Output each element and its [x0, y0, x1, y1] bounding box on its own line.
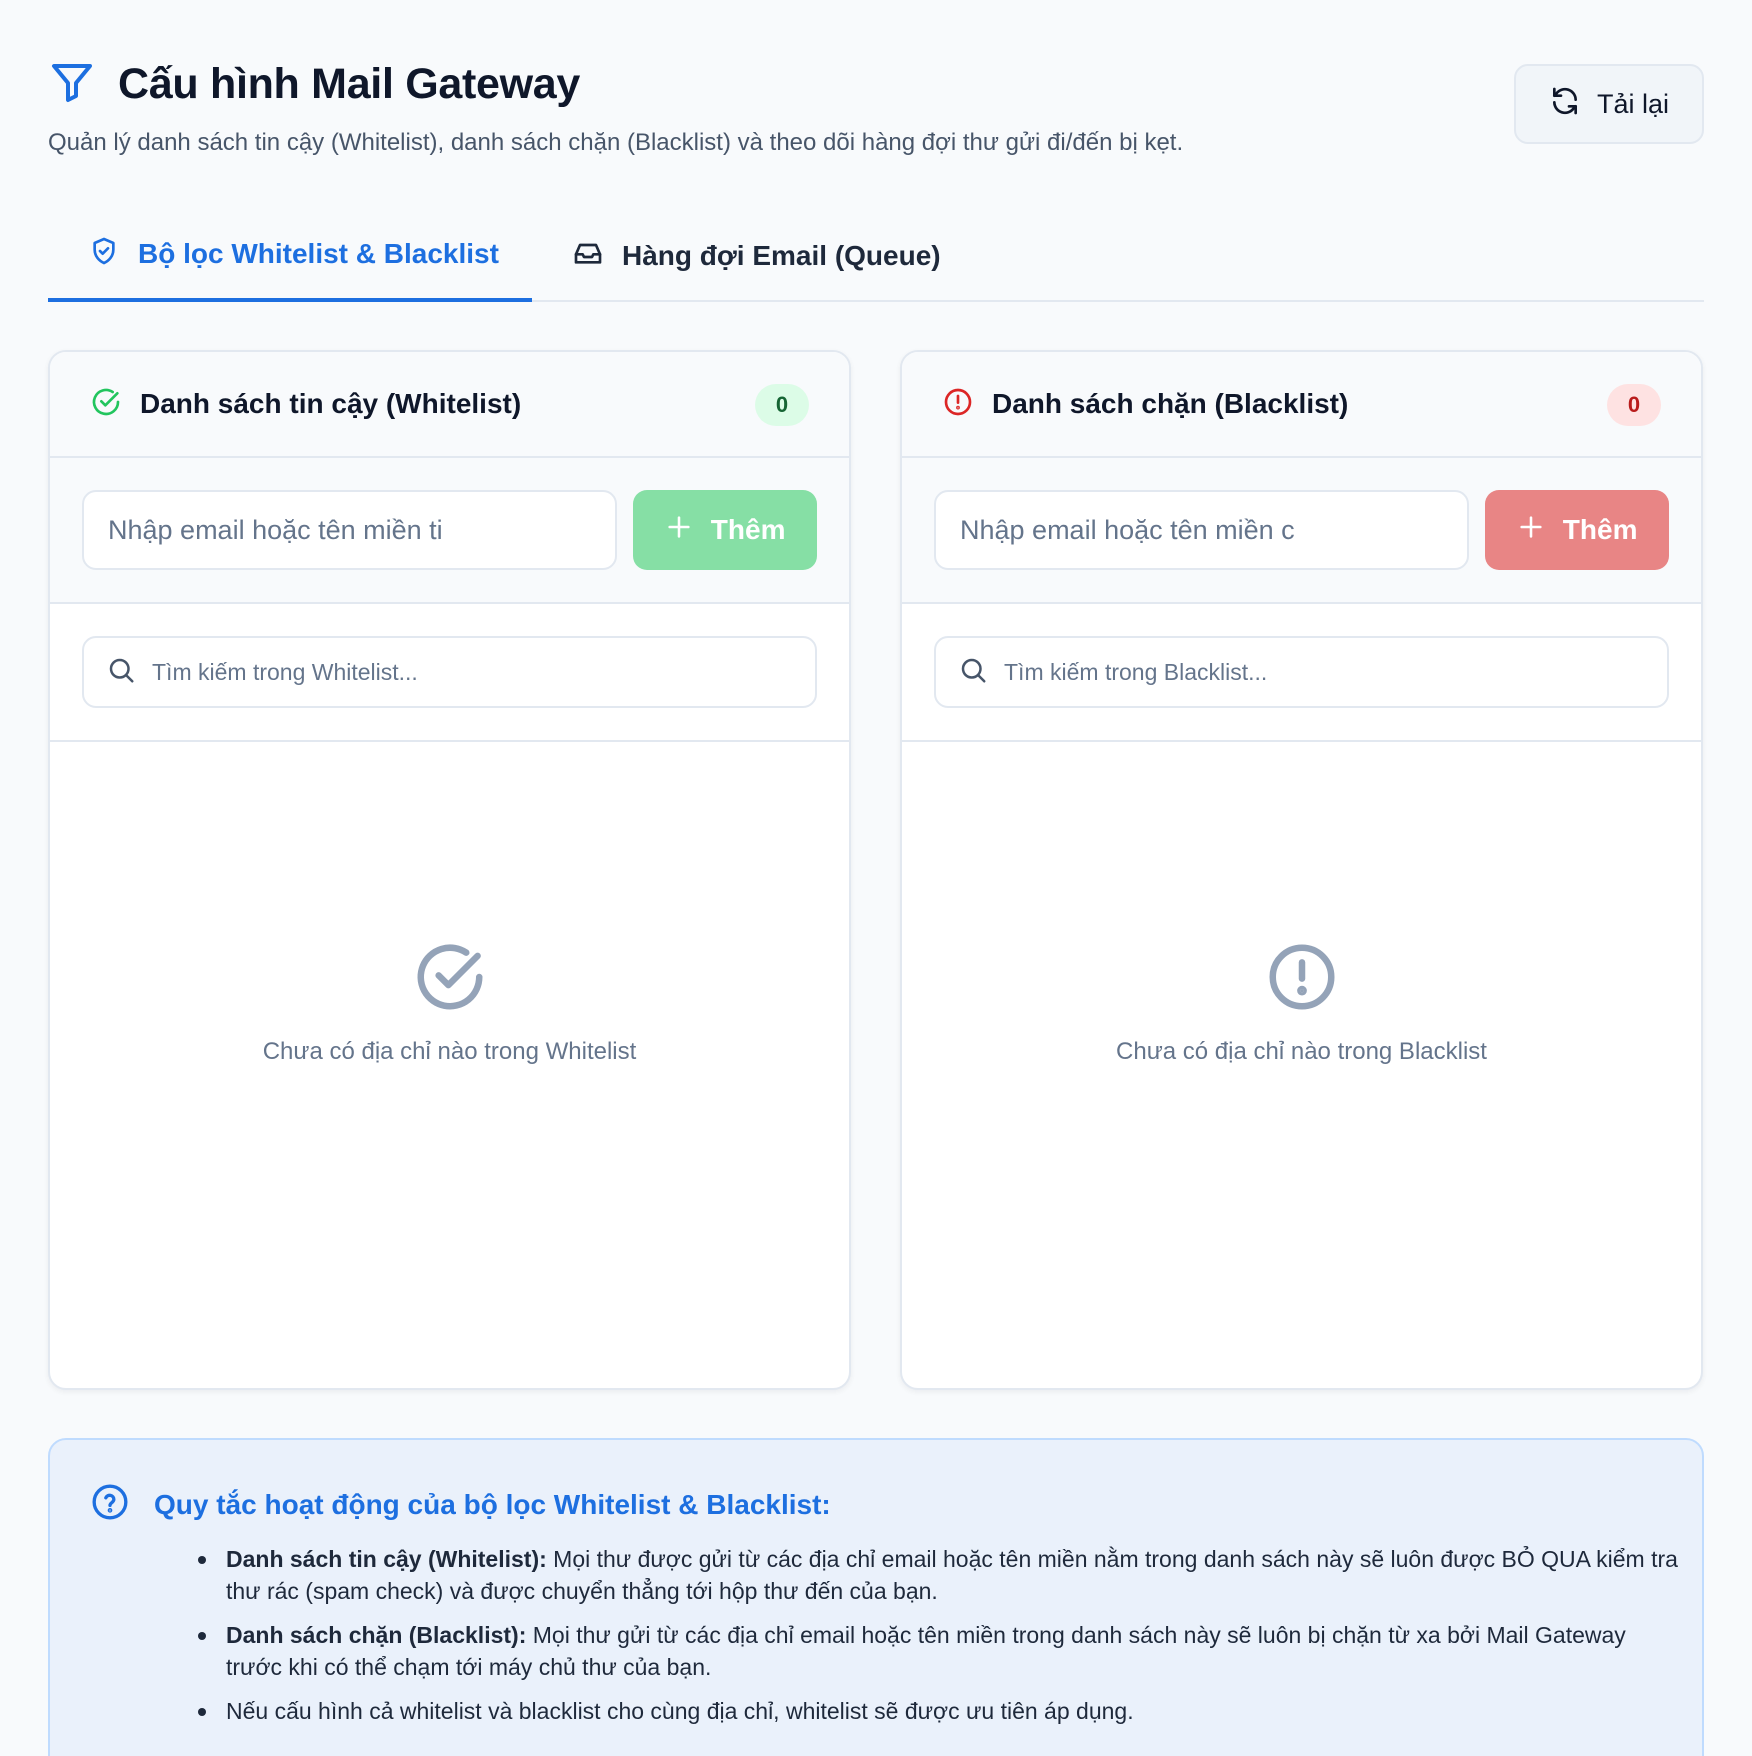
- blacklist-search-row: [902, 604, 1701, 742]
- whitelist-card-header: Danh sách tin cậy (Whitelist) 0: [50, 352, 849, 458]
- blacklist-search-input[interactable]: [1004, 658, 1644, 686]
- reload-label: Tải lại: [1596, 88, 1670, 119]
- whitelist-count-badge: 0: [755, 384, 809, 426]
- search-icon: [106, 655, 136, 690]
- page-header: Cấu hình Mail Gateway Quản lý danh sách …: [48, 0, 1704, 190]
- add-label: Thêm: [710, 514, 786, 545]
- rules-info-header: Quy tắc hoạt động của bộ lọc Whitelist &…: [90, 1482, 1662, 1527]
- blacklist-card: Danh sách chặn (Blacklist) 0 Thêm: [900, 350, 1703, 1390]
- refresh-icon: [1549, 85, 1581, 124]
- plus-icon: [1517, 513, 1545, 548]
- blacklist-search-box[interactable]: [934, 636, 1669, 708]
- whitelist-empty-state: Chưa có địa chỉ nào trong Whitelist: [50, 938, 849, 1066]
- blacklist-empty-text: Chưa có địa chỉ nào trong Blacklist: [1116, 1038, 1487, 1065]
- alert-circle-icon: [902, 938, 1701, 1016]
- search-icon: [958, 655, 988, 690]
- list-item: Danh sách chặn (Blacklist): Mọi thư gửi …: [196, 1619, 1686, 1683]
- tab-filters[interactable]: Bộ lọc Whitelist & Blacklist: [48, 210, 532, 302]
- list-item: Danh sách tin cậy (Whitelist): Mọi thư đ…: [196, 1543, 1686, 1607]
- blacklist-add-input[interactable]: [934, 490, 1470, 570]
- blacklist-empty-state: Chưa có địa chỉ nào trong Blacklist: [902, 938, 1701, 1066]
- rule-text: Nếu cấu hình cả whitelist và blacklist c…: [226, 1698, 1134, 1724]
- rules-info-title: Quy tắc hoạt động của bộ lọc Whitelist &…: [154, 1488, 831, 1520]
- tab-label: Hàng đợi Email (Queue): [622, 240, 941, 271]
- reload-button[interactable]: Tải lại: [1514, 64, 1704, 144]
- whitelist-add-button[interactable]: Thêm: [633, 490, 817, 570]
- page-subtitle: Quản lý danh sách tin cậy (Whitelist), d…: [48, 129, 1184, 156]
- whitelist-add-row: Thêm: [50, 458, 849, 604]
- rule-label: Danh sách tin cậy (Whitelist):: [226, 1546, 547, 1572]
- rules-list: Danh sách tin cậy (Whitelist): Mọi thư đ…: [196, 1543, 1678, 1727]
- rule-label: Danh sách chặn (Blacklist):: [226, 1622, 527, 1648]
- tab-label: Bộ lọc Whitelist & Blacklist: [138, 238, 499, 269]
- plus-icon: [665, 513, 693, 548]
- blacklist-card-header: Danh sách chặn (Blacklist) 0: [902, 352, 1701, 458]
- check-circle-icon: [90, 386, 140, 423]
- blacklist-add-row: Thêm: [902, 458, 1701, 604]
- rules-info-box: Quy tắc hoạt động của bộ lọc Whitelist &…: [48, 1438, 1704, 1756]
- blacklist-count-badge: 0: [1607, 384, 1661, 426]
- mail-gateway-page: Cấu hình Mail Gateway Quản lý danh sách …: [48, 0, 1704, 1756]
- tab-queue[interactable]: Hàng đợi Email (Queue): [532, 210, 941, 302]
- alert-circle-icon: [942, 386, 992, 423]
- whitelist-search-row: [50, 604, 849, 742]
- filter-icon: [48, 58, 96, 111]
- whitelist-search-box[interactable]: [82, 636, 817, 708]
- blacklist-title: Danh sách chặn (Blacklist): [992, 388, 1349, 419]
- shield-check-icon: [88, 235, 120, 274]
- whitelist-title: Danh sách tin cậy (Whitelist): [140, 388, 522, 419]
- whitelist-card: Danh sách tin cậy (Whitelist) 0 Thêm: [48, 350, 851, 1390]
- help-circle-icon: [90, 1482, 130, 1527]
- inbox-icon: [572, 237, 604, 276]
- tab-bar: Bộ lọc Whitelist & Blacklist Hàng đợi Em…: [48, 210, 1704, 302]
- title-row: Cấu hình Mail Gateway: [48, 58, 580, 111]
- page-title: Cấu hình Mail Gateway: [118, 60, 581, 108]
- add-label: Thêm: [1562, 514, 1638, 545]
- blacklist-add-button[interactable]: Thêm: [1485, 490, 1669, 570]
- whitelist-search-input[interactable]: [152, 658, 792, 686]
- whitelist-empty-text: Chưa có địa chỉ nào trong Whitelist: [262, 1038, 637, 1065]
- check-circle-icon: [50, 938, 849, 1016]
- whitelist-add-input[interactable]: [82, 490, 618, 570]
- list-item: Nếu cấu hình cả whitelist và blacklist c…: [196, 1695, 1686, 1727]
